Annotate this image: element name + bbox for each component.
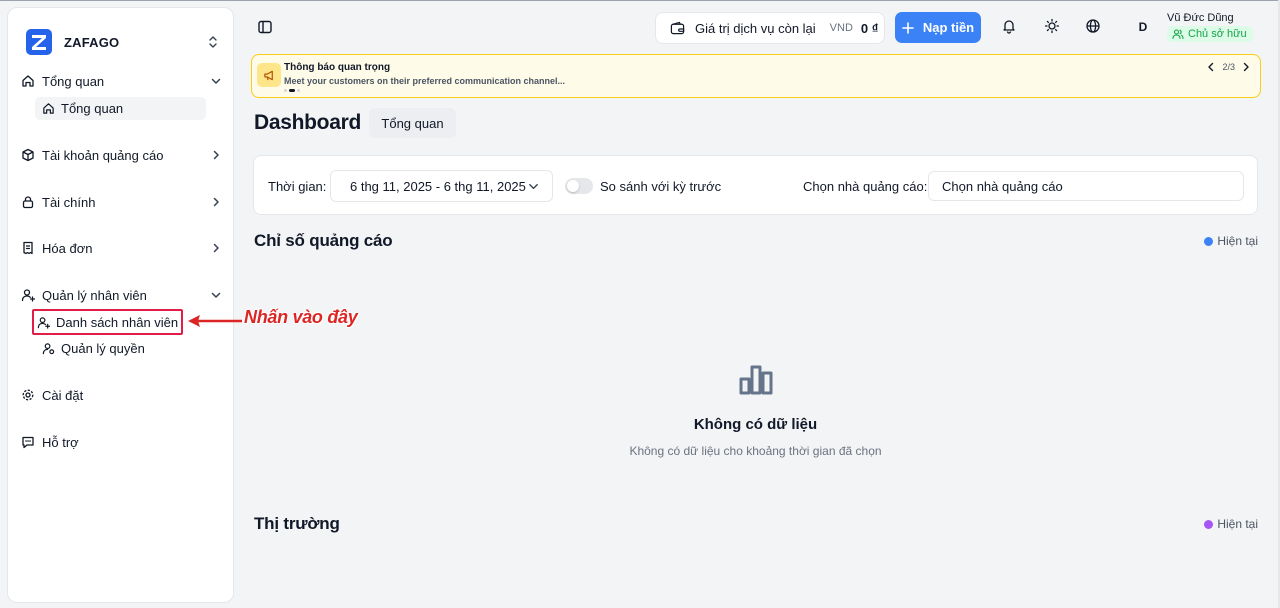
legend-dot (1204, 236, 1214, 246)
sidebar-item-ad-accounts[interactable]: Tài khoản quảng cáo (19, 143, 225, 167)
date-range-value: 6 thg 11, 2025 - 6 thg 11, 2025 (350, 178, 526, 194)
ad-metrics-title: Chỉ số quảng cáo (254, 231, 393, 250)
notice-banner[interactable]: Thông báo quan trọng Meet your customers… (251, 54, 1261, 98)
plus-icon (902, 21, 914, 34)
zafago-logo-icon (26, 29, 52, 55)
home-icon (43, 103, 54, 114)
receipt-icon (23, 241, 33, 255)
annotation-label: Nhấn vào đây (244, 307, 358, 327)
workspace-switcher[interactable]: ZAFAGO (26, 22, 226, 62)
chevron-right-icon (213, 243, 219, 253)
sidebar-subitem-label: Quản lý quyền (61, 341, 145, 356)
filter-bar: Thời gian: 6 thg 11, 2025 - 6 thg 11, 20… (253, 155, 1258, 215)
advertiser-select-value: Chọn nhà quảng cáo (942, 178, 1063, 194)
empty-state-title: Không có dữ liệu (693, 416, 818, 433)
chevron-right-icon (213, 150, 219, 160)
tab-overview[interactable]: Tổng quan (369, 108, 456, 138)
sidebar-item-label: Quản lý nhân viên (42, 287, 147, 303)
sidebar-subitem-overview[interactable]: Tổng quan (35, 97, 206, 120)
sidebar-item-settings[interactable]: Cài đặt (19, 383, 225, 407)
chevron-up-down-icon (209, 36, 217, 48)
sidebar-panel-icon (258, 20, 272, 34)
notice-pager: 2/3 (1205, 61, 1252, 73)
currency-label: VND (829, 22, 853, 34)
chevron-down-icon (529, 183, 538, 190)
brand-name: ZAFAGO (64, 34, 120, 50)
topup-button[interactable]: Nạp tiền (895, 12, 981, 43)
wallet-icon (670, 21, 685, 34)
notice-message: Meet your customers on their preferred c… (284, 76, 566, 86)
sidebar-item-label: Tổng quan (42, 73, 105, 89)
sidebar-subitem-label: Tổng quan (61, 101, 124, 116)
gear-icon (22, 389, 34, 401)
balance-amount: 0 ₫ (860, 20, 879, 36)
chevron-down-icon (211, 78, 221, 84)
advertiser-select[interactable]: Chọn nhà quảng cáo (928, 171, 1244, 201)
sidebar-item-invoices[interactable]: Hóa đơn (19, 236, 225, 260)
sun-icon[interactable] (1044, 18, 1060, 34)
market-title: Thị trường (254, 514, 340, 533)
megaphone-icon (257, 63, 281, 87)
sidebar-subitem-permissions[interactable]: Quản lý quyền (35, 337, 206, 360)
sidebar-subitem-staff-list[interactable]: Danh sách nhân viên (32, 309, 183, 335)
legend-dot (1204, 519, 1214, 529)
globe-icon[interactable] (1085, 18, 1101, 34)
sidebar-item-label: Hóa đơn (42, 240, 93, 256)
advertiser-label: Chọn nhà quảng cáo: (803, 179, 928, 194)
notice-title: Thông báo quan trọng (284, 62, 391, 73)
page-title: Dashboard (254, 111, 361, 134)
user-plus-icon (37, 316, 50, 329)
empty-state-description: Không có dữ liệu cho khoảng thời gian đã… (629, 444, 882, 458)
chevron-right-icon[interactable] (1240, 61, 1252, 73)
balance-label: Giá trị dịch vụ còn lại (695, 20, 816, 36)
chat-icon (22, 436, 34, 449)
sidebar-toggle-button[interactable] (254, 16, 276, 38)
sidebar-item-label: Cài đặt (42, 387, 84, 403)
sidebar-item-label: Hỗ trợ (42, 434, 79, 450)
sidebar-item-label: Tài chính (42, 194, 96, 210)
role-badge: Chủ sở hữu (1167, 26, 1253, 42)
market-legend: Hiện tại (1204, 517, 1258, 531)
toggle-knob (567, 180, 579, 192)
date-range-picker[interactable]: 6 thg 11, 2025 - 6 thg 11, 2025 (330, 170, 553, 202)
avatar[interactable]: D (1127, 11, 1159, 43)
notice-page-counter: 2/3 (1222, 62, 1235, 72)
legend-label: Hiện tại (1217, 234, 1258, 248)
user-icon (21, 289, 35, 302)
notice-dots (284, 89, 300, 92)
notice-dot[interactable] (297, 89, 300, 92)
chevron-left-icon[interactable] (1205, 61, 1217, 73)
legend-label: Hiện tại (1217, 517, 1258, 531)
user-name: Vũ Đức Dũng (1167, 12, 1234, 24)
compare-label: So sánh với kỳ trước (600, 179, 722, 194)
compare-toggle[interactable] (565, 178, 593, 194)
sidebar-item-support[interactable]: Hỗ trợ (19, 430, 225, 454)
users-icon (1172, 29, 1184, 40)
sidebar-subitem-label: Danh sách nhân viên (56, 314, 179, 330)
user-key-icon (42, 343, 55, 355)
service-balance[interactable]: Giá trị dịch vụ còn lại VND 0 ₫ (655, 12, 885, 44)
role-label: Chủ sở hữu (1188, 28, 1247, 40)
cube-icon (22, 148, 34, 162)
bar-chart-icon (739, 365, 773, 395)
home-icon (22, 75, 34, 87)
chevron-down-icon (211, 292, 221, 298)
top-border (0, 0, 1280, 1)
topup-label: Nạp tiền (922, 20, 975, 35)
notice-dot-active[interactable] (289, 89, 295, 92)
time-label: Thời gian: (268, 179, 327, 194)
ad-metrics-legend: Hiện tại (1204, 234, 1258, 248)
sidebar-item-overview[interactable]: Tổng quan (19, 69, 225, 93)
sidebar-item-finance[interactable]: Tài chính (19, 190, 225, 214)
bell-icon[interactable] (1001, 18, 1017, 34)
chevron-right-icon (213, 197, 219, 207)
notice-dot[interactable] (284, 89, 287, 92)
sidebar-item-staff-management[interactable]: Quản lý nhân viên (19, 283, 225, 307)
lock-icon (22, 196, 34, 209)
sidebar-item-label: Tài khoản quảng cáo (42, 147, 164, 163)
